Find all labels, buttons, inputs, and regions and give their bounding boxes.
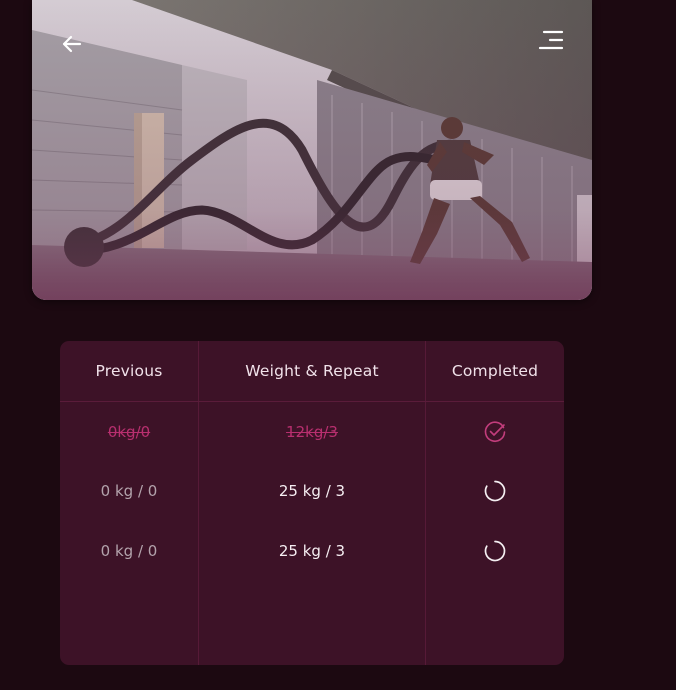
back-button[interactable] bbox=[54, 26, 90, 62]
header-weight-repeat: Weight & Repeat bbox=[245, 362, 379, 380]
table-row[interactable]: 0 kg / 0 25 kg / 3 bbox=[60, 521, 564, 581]
sets-table: Previous Weight & Repeat Completed 0kg/0… bbox=[60, 341, 564, 665]
header-previous: Previous bbox=[95, 362, 163, 380]
weight-repeat-value: 12kg/3 bbox=[286, 423, 338, 441]
loading-spinner-icon[interactable] bbox=[483, 539, 507, 563]
menu-lines-icon bbox=[538, 30, 564, 50]
weight-repeat-value: 25 kg / 3 bbox=[278, 482, 346, 500]
table-header: Previous Weight & Repeat Completed bbox=[60, 341, 564, 402]
table-row[interactable]: 0kg/0 12kg/3 bbox=[60, 402, 564, 462]
header-completed: Completed bbox=[451, 362, 539, 380]
previous-value: 0 kg / 0 bbox=[100, 542, 158, 560]
previous-value: 0 kg / 0 bbox=[100, 482, 158, 500]
loading-spinner-icon[interactable] bbox=[483, 479, 507, 503]
workout-hero-image bbox=[32, 0, 592, 300]
menu-button[interactable] bbox=[532, 22, 568, 58]
check-circle-icon[interactable] bbox=[483, 420, 507, 444]
arrow-left-icon bbox=[62, 35, 82, 53]
weight-repeat-value: 25 kg / 3 bbox=[278, 542, 346, 560]
table-row[interactable]: 0 kg / 0 25 kg / 3 bbox=[60, 461, 564, 521]
previous-value: 0kg/0 bbox=[107, 423, 151, 441]
hero-overlay bbox=[32, 0, 592, 300]
